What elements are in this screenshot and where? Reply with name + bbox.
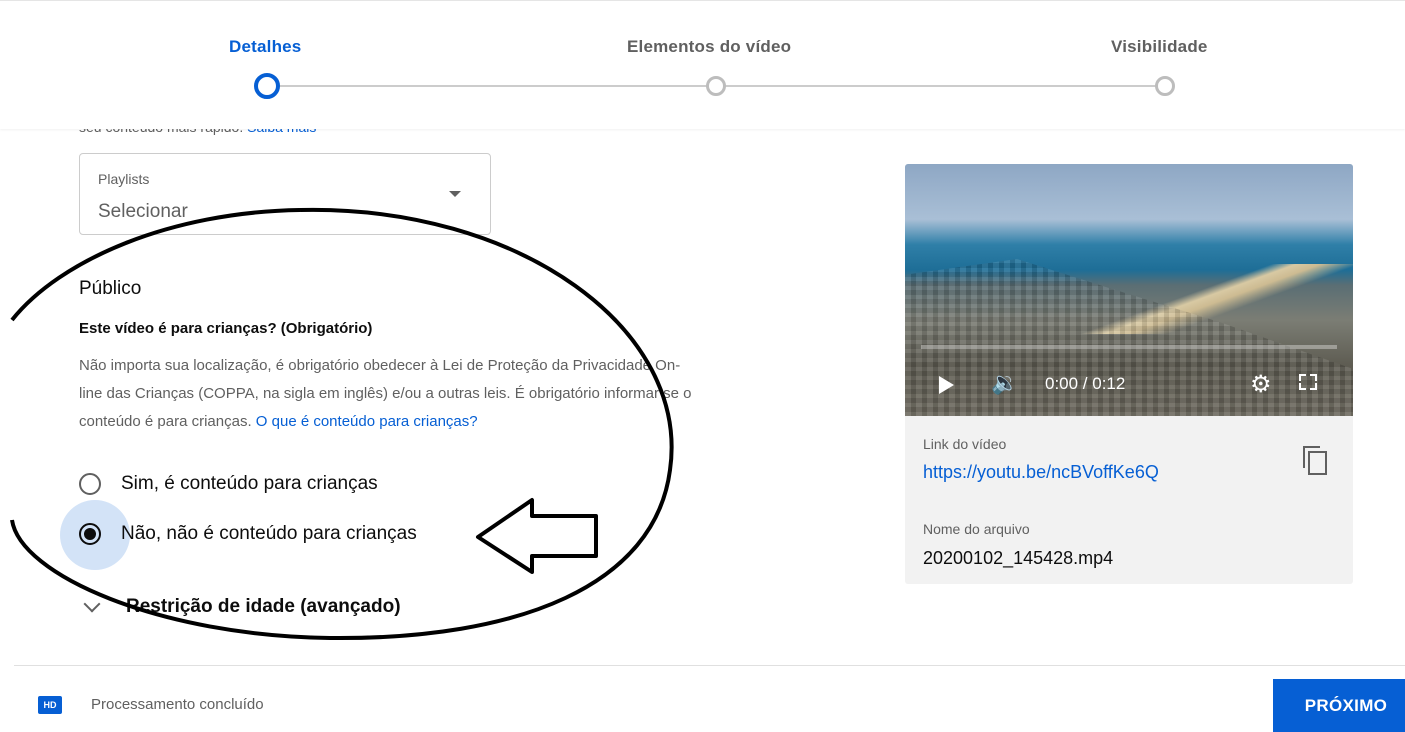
filename-label: Nome do arquivo: [923, 521, 1030, 537]
radio-unchecked-icon[interactable]: [79, 473, 101, 495]
video-time: 0:00 / 0:12: [1045, 374, 1126, 393]
video-link-label: Link do vídeo: [923, 436, 1007, 452]
playlists-dropdown[interactable]: Playlists Selecionar: [79, 153, 491, 235]
radio-yes-kids[interactable]: Sim, é conteúdo para crianças: [79, 464, 378, 504]
footer-bar: HD Processamento concluído PRÓXIMO: [14, 665, 1405, 732]
step-video-elements-label[interactable]: Elementos do vídeo: [627, 37, 791, 57]
coppa-description-line: conteúdo é para crianças.: [79, 413, 252, 430]
kids-content-help-link[interactable]: O que é conteúdo para crianças?: [256, 413, 478, 430]
dropdown-caret-icon: [449, 191, 461, 197]
video-progress-bar[interactable]: [921, 345, 1337, 349]
video-link[interactable]: https://youtu.be/ncBVoffKe6Q: [923, 462, 1159, 483]
radio-checked-icon[interactable]: [79, 523, 101, 545]
video-preview-card: 🔉 0:00 / 0:12 ⚙ Link do vídeo https://yo…: [905, 164, 1353, 584]
volume-icon[interactable]: 🔉: [991, 372, 1018, 394]
video-controls: 🔉 0:00 / 0:12 ⚙: [905, 364, 1353, 408]
step-details-dot[interactable]: [254, 73, 280, 99]
radio-no-label: Não, não é conteúdo para crianças: [121, 523, 417, 544]
radio-yes-label: Sim, é conteúdo para crianças: [121, 473, 378, 494]
annotation-arrow: [476, 498, 598, 574]
coppa-description-line: line das Crianças (COPPA, na sigla em in…: [79, 385, 692, 402]
chevron-down-icon: [83, 595, 101, 613]
filename-value: 20200102_145428.mp4: [923, 548, 1114, 568]
step-video-elements-dot[interactable]: [706, 76, 726, 96]
audience-title: Público: [79, 278, 142, 299]
video-player[interactable]: 🔉 0:00 / 0:12 ⚙: [905, 164, 1353, 416]
coppa-description-line: Não importa sua localização, é obrigatór…: [79, 357, 681, 374]
step-visibility-dot[interactable]: [1155, 76, 1175, 96]
play-icon[interactable]: [939, 376, 954, 394]
upload-stepper: Detalhes Elementos do vídeo Visibilidade: [0, 0, 1405, 129]
hd-badge-icon: HD: [38, 696, 62, 714]
step-visibility-label[interactable]: Visibilidade: [1111, 37, 1208, 57]
stepper-connector: [279, 85, 707, 87]
playlists-value: Selecionar: [98, 201, 188, 222]
copy-icon[interactable]: [1301, 444, 1329, 476]
step-details-label[interactable]: Detalhes: [229, 37, 301, 57]
playlists-label: Playlists: [98, 171, 150, 187]
made-for-kids-question: Este vídeo é para crianças? (Obrigatório…: [79, 320, 373, 337]
next-button[interactable]: PRÓXIMO: [1273, 679, 1405, 732]
age-restriction-toggle[interactable]: Restrição de idade (avançado): [83, 595, 401, 618]
stepper-connector: [724, 85, 1156, 87]
fullscreen-icon[interactable]: [1299, 374, 1317, 390]
processing-status: Processamento concluído: [91, 696, 264, 713]
age-restriction-label: Restrição de idade (avançado): [126, 596, 401, 617]
radio-not-kids[interactable]: Não, não é conteúdo para crianças: [79, 514, 417, 554]
coppa-description: Não importa sua localização, é obrigatór…: [79, 352, 859, 436]
gear-icon[interactable]: ⚙: [1250, 370, 1272, 399]
